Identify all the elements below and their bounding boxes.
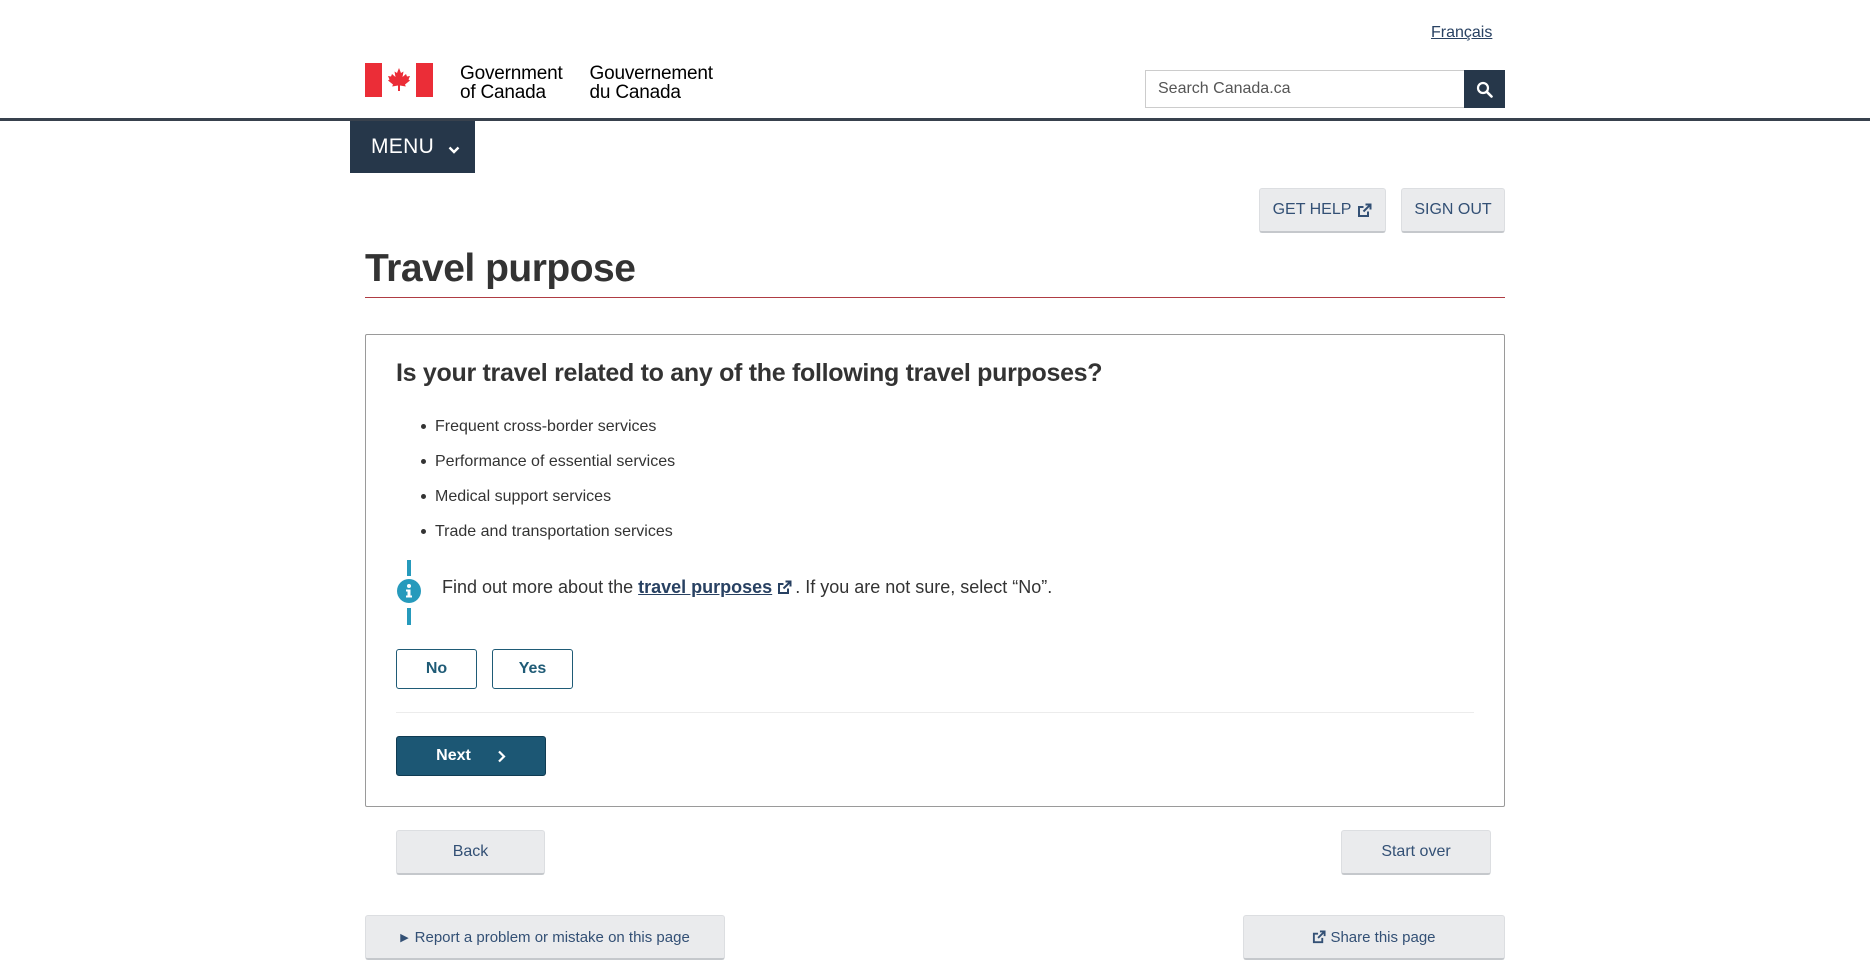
bullet-icon: [421, 459, 426, 464]
search-button[interactable]: [1464, 70, 1505, 108]
share-icon: [1312, 930, 1326, 944]
panel-divider: [396, 712, 1474, 713]
bullet-icon: [421, 424, 426, 429]
chevron-down-icon: [448, 136, 460, 160]
chevron-right-icon: [497, 750, 506, 763]
get-help-label: GET HELP: [1272, 201, 1352, 218]
canada-flag-icon: [365, 63, 433, 97]
signature-french: Gouvernement du Canada: [589, 63, 713, 103]
travel-purpose-list: Frequent cross-border services Performan…: [421, 409, 675, 549]
list-item: Medical support services: [421, 479, 675, 514]
back-button[interactable]: Back: [396, 830, 545, 875]
language-toggle-link[interactable]: Français: [1431, 24, 1492, 42]
page-title: Travel purpose: [365, 247, 636, 290]
external-link-icon: [777, 580, 792, 595]
report-label: Report a problem or mistake on this page: [414, 928, 690, 946]
travel-purposes-link[interactable]: travel purposes: [638, 577, 772, 598]
next-label: Next: [436, 747, 471, 764]
info-accent-bar: [407, 608, 411, 625]
report-problem-button[interactable]: ▶ Report a problem or mistake on this pa…: [365, 915, 725, 960]
info-prefix: Find out more about the: [442, 577, 634, 597]
share-label: Share this page: [1330, 928, 1436, 946]
no-button[interactable]: No: [396, 649, 477, 689]
menu-label: MENU: [371, 135, 435, 158]
info-icon: [397, 579, 421, 603]
question-heading: Is your travel related to any of the fol…: [396, 359, 1103, 387]
header-divider: [0, 118, 1870, 121]
title-underline: [365, 297, 1505, 298]
start-over-button[interactable]: Start over: [1341, 830, 1491, 875]
bullet-icon: [421, 494, 426, 499]
triangle-right-icon: ▶: [400, 931, 409, 944]
site-search: [1145, 70, 1505, 108]
bullet-icon: [421, 529, 426, 534]
government-signature[interactable]: Government of Canada Gouvernement du Can…: [365, 63, 713, 102]
yes-button[interactable]: Yes: [492, 649, 573, 689]
menu-button[interactable]: MENU: [350, 121, 475, 173]
share-page-button[interactable]: Share this page: [1243, 915, 1505, 960]
external-link-icon: [1357, 203, 1372, 218]
next-button[interactable]: Next: [396, 736, 546, 776]
sign-out-button[interactable]: SIGN OUT: [1401, 188, 1505, 233]
info-suffix: . If you are not sure, select “No”.: [795, 577, 1053, 597]
sign-out-label: SIGN OUT: [1414, 201, 1492, 218]
info-accent-bar: [407, 560, 411, 576]
get-help-button[interactable]: GET HELP: [1259, 188, 1386, 233]
list-item: Frequent cross-border services: [421, 409, 675, 444]
search-input[interactable]: [1145, 70, 1464, 108]
signature-english: Government of Canada: [460, 63, 563, 103]
info-message: Find out more about the travel purposes …: [442, 577, 1052, 598]
list-item: Performance of essential services: [421, 444, 675, 479]
list-item: Trade and transportation services: [421, 514, 675, 549]
maple-leaf-icon: [388, 68, 410, 91]
search-icon: [1476, 81, 1493, 98]
